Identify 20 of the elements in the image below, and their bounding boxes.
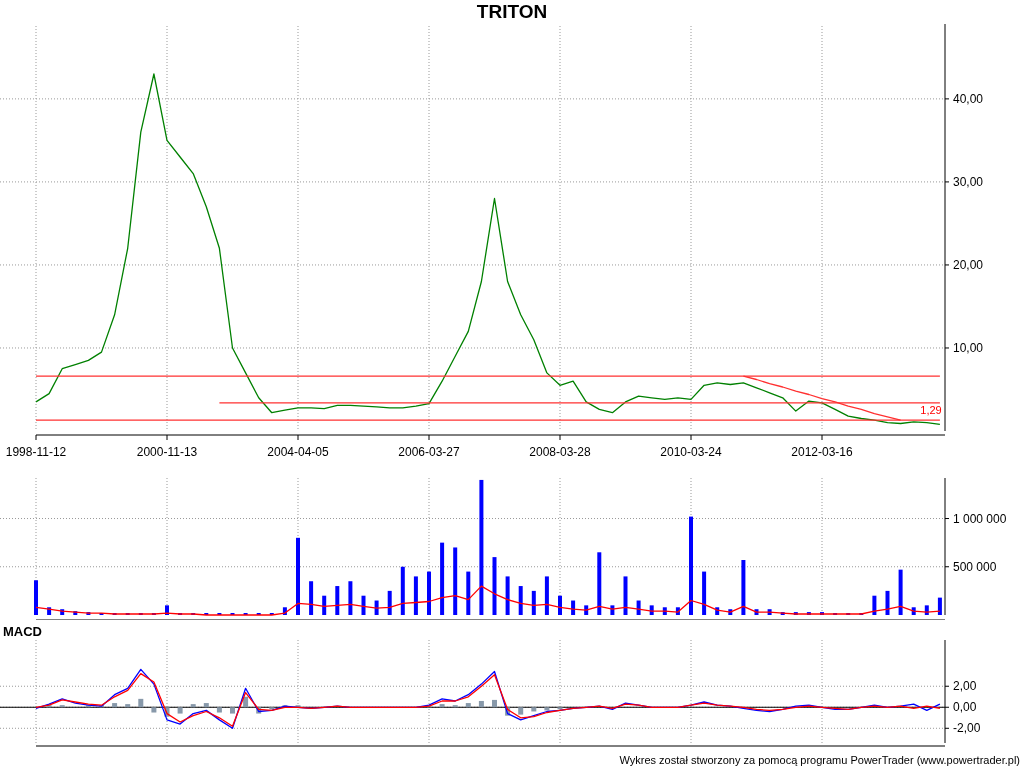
axis-label: 30,00 bbox=[953, 174, 984, 189]
axis-label: 0,00 bbox=[953, 700, 977, 715]
axis-label: 2,00 bbox=[953, 679, 977, 694]
axis-label: 2000-11-13 bbox=[136, 445, 198, 459]
price-label: 1,29 bbox=[920, 404, 942, 416]
axis-label: 2012-03-16 bbox=[791, 445, 853, 459]
chart-title: TRITON bbox=[476, 0, 548, 24]
axis-label: 2008-03-28 bbox=[529, 445, 591, 459]
axis-label: 10,00 bbox=[953, 340, 984, 355]
axis-label: 2004-04-05 bbox=[267, 445, 329, 459]
axis-label: 40,00 bbox=[953, 91, 984, 106]
axis-label: 2006-03-27 bbox=[398, 445, 460, 459]
axis-label: 1 000 000 bbox=[953, 511, 1007, 526]
axis-label: -2,00 bbox=[953, 721, 981, 736]
footer-text: Wykres został stworzony za pomocą programu PowerTrader (www.powertrader.pl) bbox=[619, 752, 1020, 768]
panel-label: MACD bbox=[3, 624, 42, 639]
axis-label: 1998-11-12 bbox=[5, 445, 67, 459]
axis-label: 20,00 bbox=[953, 257, 984, 272]
axis-label: 500 000 bbox=[953, 559, 997, 574]
axis-label: 2010-03-24 bbox=[660, 445, 722, 459]
